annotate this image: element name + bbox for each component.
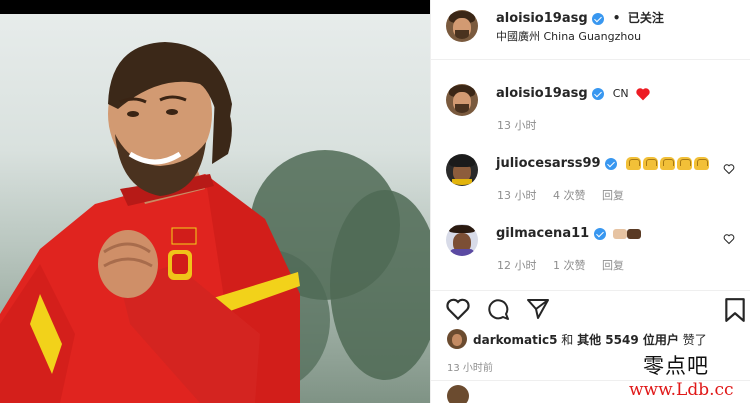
comment-row: juliocesarss99 [496, 156, 711, 171]
reply-button[interactable]: 回复 [602, 259, 624, 272]
comment-likes[interactable]: 1 次赞 [553, 259, 586, 272]
comment-time[interactable]: 12 小时 [497, 259, 537, 272]
verified-icon [592, 12, 605, 25]
separator: • [612, 11, 621, 25]
liker-username[interactable]: darkomatic5 [473, 333, 557, 347]
author-username-row: aloisio19asg • 已关注 [496, 9, 664, 26]
post-action-bar [431, 290, 750, 326]
post-header: aloisio19asg • 已关注 中國廣州 China Guangzhou [431, 0, 750, 60]
caption-row: aloisio19asg CN [496, 86, 651, 101]
commenter-avatar[interactable] [446, 154, 478, 186]
verified-icon [605, 157, 618, 170]
caption-username[interactable]: aloisio19asg [496, 86, 588, 101]
comment-time[interactable]: 13 小时 [497, 189, 537, 202]
likes-summary: darkomatic5 和 其他 5549 位用户 赞了 [473, 331, 707, 348]
likes-suffix: 赞了 [682, 333, 707, 347]
verified-icon [592, 87, 605, 100]
like-heart-icon[interactable] [445, 297, 471, 321]
comment-box-avatar [447, 385, 469, 403]
liker-avatar[interactable] [447, 329, 467, 349]
comment-meta: 12 小时 1 次赞 回复 [497, 257, 637, 273]
player-figure [0, 42, 300, 403]
handshake-emoji-icon [627, 228, 642, 239]
comment-row: gilmacena11 [496, 226, 642, 241]
red-heart-emoji-icon [636, 87, 650, 100]
caption-avatar[interactable] [446, 84, 478, 116]
following-button[interactable]: 已关注 [628, 11, 664, 25]
share-paper-plane-icon[interactable] [525, 297, 551, 321]
comment-icon[interactable] [485, 297, 511, 321]
caption-time[interactable]: 13 小时 [497, 119, 537, 132]
post-photo[interactable] [0, 0, 430, 403]
likes-others-count[interactable]: 其他 5549 位用户 [577, 333, 679, 347]
author-avatar[interactable] [446, 10, 478, 42]
commenter-username[interactable]: gilmacena11 [496, 226, 589, 241]
author-username[interactable]: aloisio19asg [496, 11, 588, 26]
verified-icon [593, 227, 606, 240]
watermark-url: www.Ldb.cc [629, 380, 734, 400]
post-timestamp[interactable]: 13 小时前 [447, 359, 493, 374]
like-comment-heart-icon[interactable] [723, 233, 735, 245]
likes-and: 和 [561, 333, 574, 347]
photo-top-bar [0, 0, 430, 14]
raising-hands-emoji-icon [625, 156, 711, 171]
handshake-emoji-icon [613, 228, 628, 239]
caption-text: CN [612, 87, 629, 100]
commenter-avatar[interactable] [446, 224, 478, 256]
watermark-text: 零点吧 [643, 354, 709, 378]
post-location[interactable]: 中國廣州 China Guangzhou [496, 28, 641, 44]
comment-meta: 13 小时 4 次赞 回复 [497, 187, 637, 203]
like-comment-heart-icon[interactable] [723, 163, 735, 175]
commenter-username[interactable]: juliocesarss99 [496, 156, 601, 171]
reply-button[interactable]: 回复 [602, 189, 624, 202]
save-bookmark-icon[interactable] [723, 297, 747, 323]
comment-likes[interactable]: 4 次赞 [553, 189, 586, 202]
caption-meta: 13 小时 [497, 117, 550, 133]
post-sidebar: aloisio19asg • 已关注 中國廣州 China Guangzhou … [430, 0, 750, 403]
